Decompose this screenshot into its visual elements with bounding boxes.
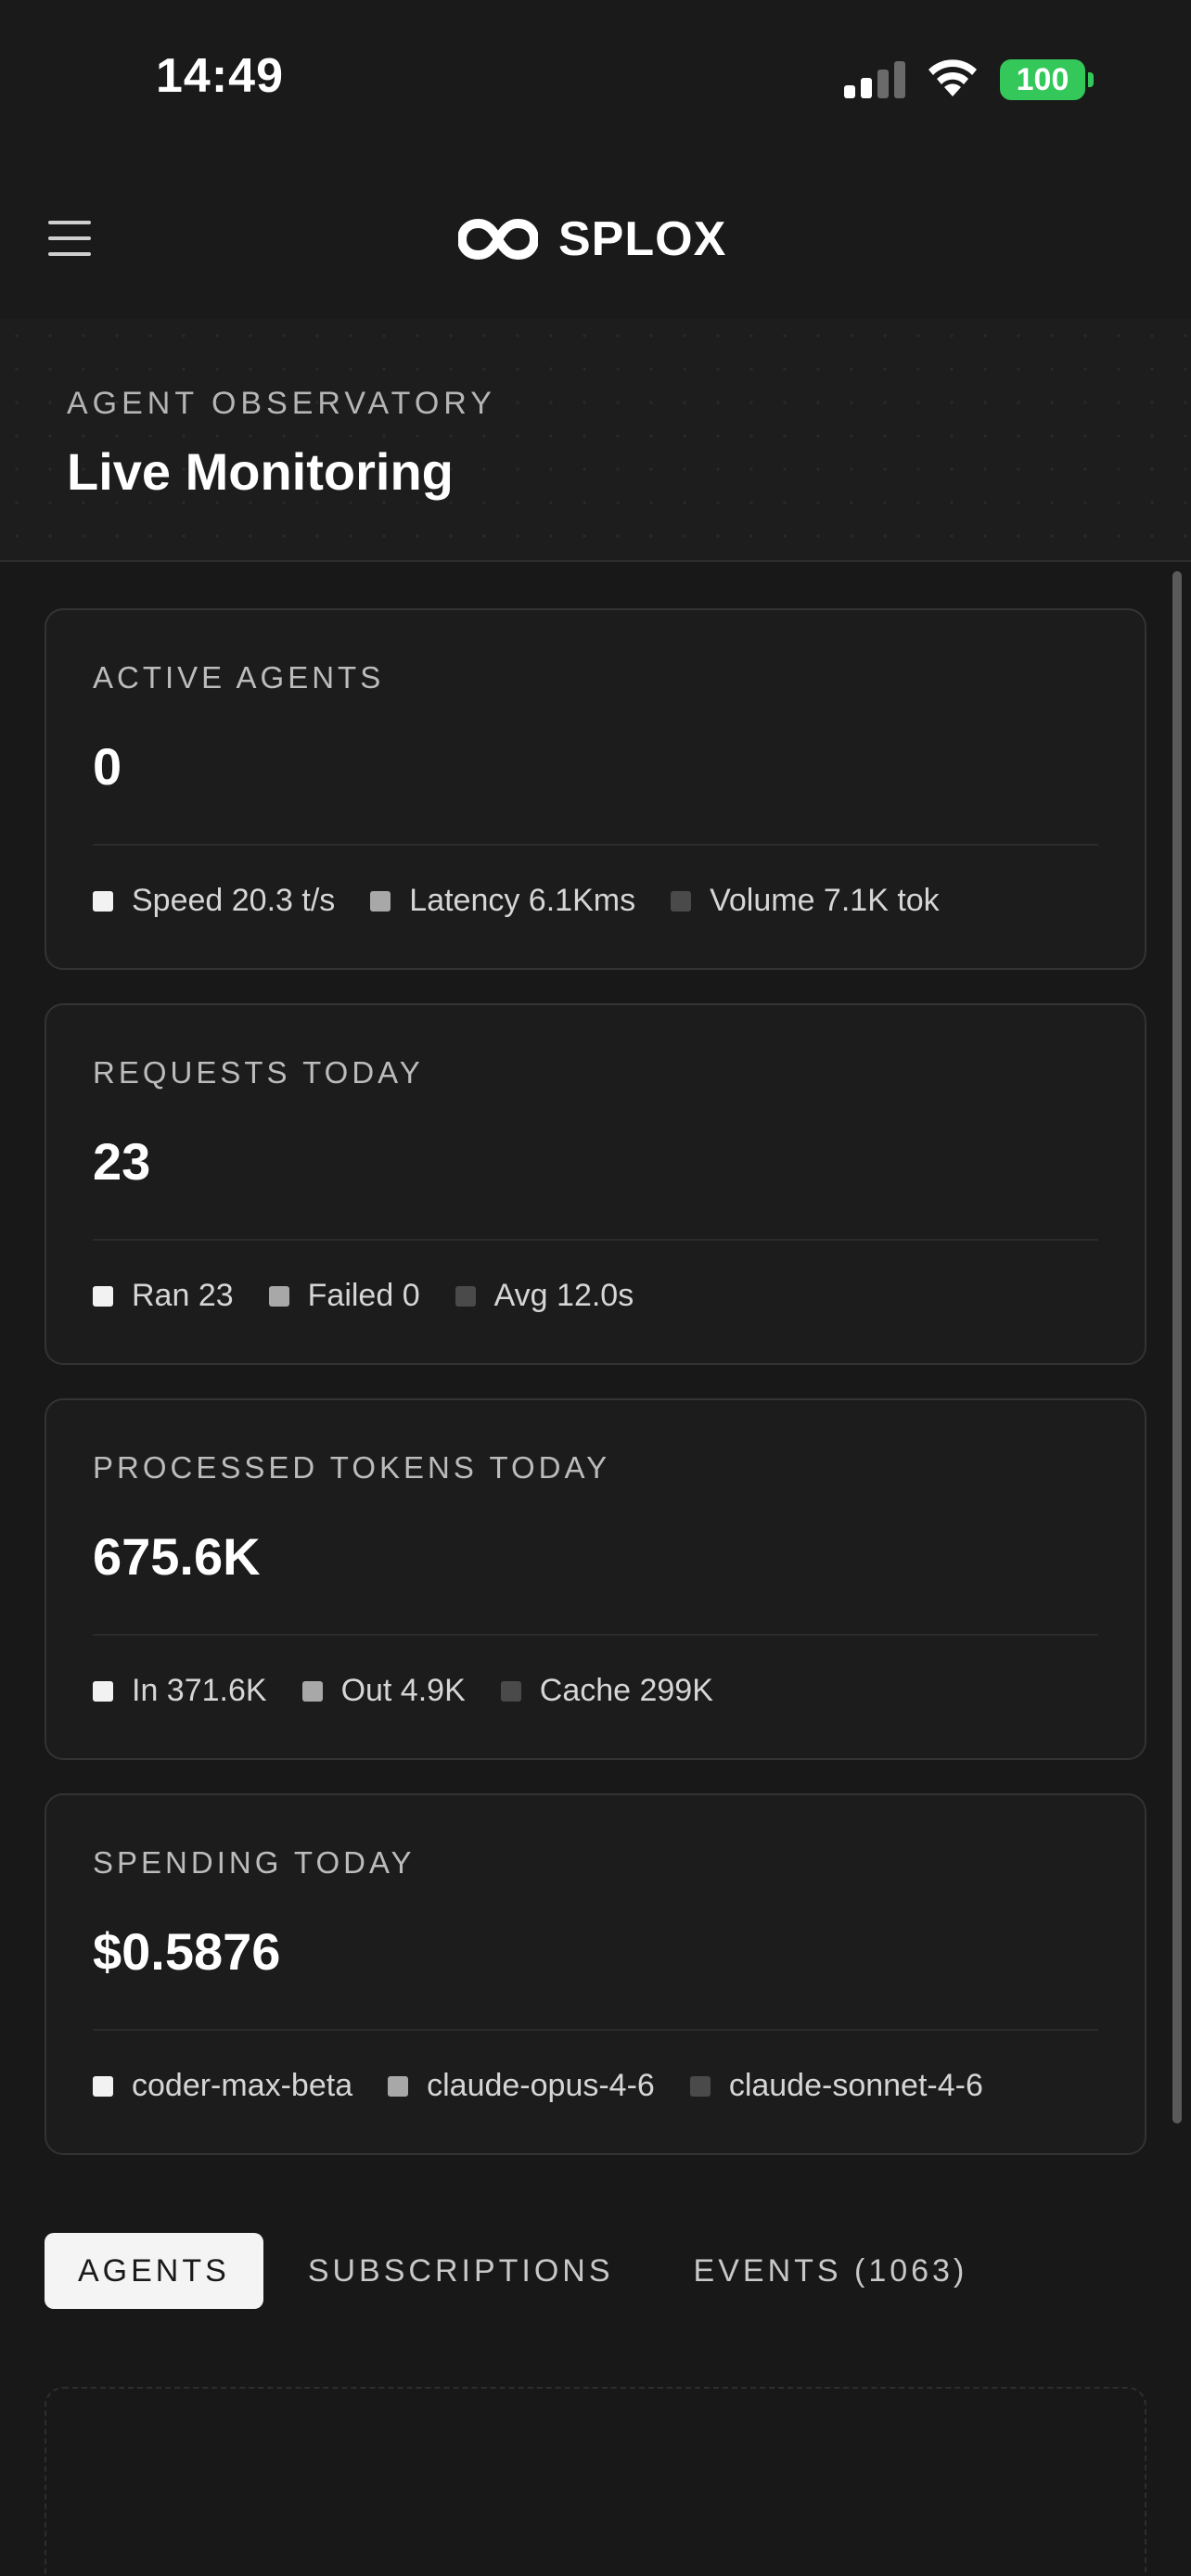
card-legend: coder-max-beta claude-opus-4-6 claude-so… [93,2068,983,2104]
legend-swatch [93,2075,113,2097]
legend-label: Out 4.9K [340,1673,466,1708]
legend-label: Speed 20.3 t/s [132,883,336,918]
legend-label: In 371.6K [132,1673,267,1708]
legend-swatch [455,1285,476,1307]
legend-swatch [370,890,391,912]
card-label: ACTIVE AGENTS [93,660,385,695]
card-legend: Speed 20.3 t/s Latency 6.1Kms Volume 7.1… [93,883,940,919]
legend-swatch [388,2075,409,2097]
card-legend: Ran 23 Failed 0 Avg 12.0s [93,1278,634,1314]
tab-agents[interactable]: AGENTS [45,2233,263,2309]
legend-label: Cache 299K [539,1673,713,1708]
legend-swatch [93,1680,113,1702]
battery-indicator: 100 [1000,59,1085,100]
legend-swatch [689,2075,711,2097]
hamburger-menu-icon[interactable] [48,221,93,256]
app-header: SPLOX [0,158,1191,319]
cellular-signal-icon [844,61,905,98]
legend-item: Cache 299K [500,1673,713,1709]
active-agents-card: ACTIVE AGENTS 0 Speed 20.3 t/s Latency 6… [45,608,1146,970]
legend-label: Latency 6.1Kms [409,883,636,918]
divider [93,1239,1098,1241]
status-time: 14:49 [156,49,284,103]
card-label: REQUESTS TODAY [93,1055,424,1090]
legend-item: claude-opus-4-6 [388,2068,655,2104]
legend-swatch [93,890,113,912]
card-value: 0 [93,737,122,796]
legend-item: Avg 12.0s [455,1278,634,1314]
processed-tokens-card: PROCESSED TOKENS TODAY 675.6K In 371.6K … [45,1398,1146,1760]
legend-item: Speed 20.3 t/s [93,883,335,919]
scrollbar[interactable] [1172,571,1182,2123]
spending-today-card: SPENDING TODAY $0.5876 coder-max-beta cl… [45,1793,1146,2155]
splox-logo-icon [458,218,538,261]
legend-item: Out 4.9K [301,1673,466,1709]
legend-label: Failed 0 [307,1278,420,1313]
divider [93,844,1098,846]
tab-events[interactable]: EVENTS (1063) [660,2233,1002,2309]
legend-item: claude-sonnet-4-6 [689,2068,983,2104]
legend-item: coder-max-beta [93,2068,352,2104]
legend-swatch [301,1680,323,1702]
card-label: SPENDING TODAY [93,1845,416,1880]
card-value: 23 [93,1132,151,1191]
legend-label: claude-sonnet-4-6 [728,2068,983,2103]
app-screen: 14:49 100 SPLOX AGENT OBSERVATORY Live M… [0,0,1191,2576]
status-bar: 14:49 100 [0,0,1191,158]
page-title: Live Monitoring [67,442,454,501]
brand[interactable]: SPLOX [458,211,726,267]
legend-item: In 371.6K [93,1673,267,1709]
legend-label: claude-opus-4-6 [427,2068,655,2103]
legend-swatch [93,1285,113,1307]
divider [93,2029,1098,2031]
legend-item: Latency 6.1Kms [370,883,635,919]
divider [93,1634,1098,1636]
legend-label: Ran 23 [132,1278,234,1313]
battery-nub [1088,72,1094,87]
tab-subscriptions[interactable]: SUBSCRIPTIONS [263,2233,660,2309]
legend-item: Ran 23 [93,1278,234,1314]
card-value: 675.6K [93,1527,261,1586]
legend-swatch [500,1680,521,1702]
legend-item: Failed 0 [268,1278,420,1314]
requests-today-card: REQUESTS TODAY 23 Ran 23 Failed 0 Avg 12… [45,1003,1146,1365]
card-label: PROCESSED TOKENS TODAY [93,1450,611,1485]
card-legend: In 371.6K Out 4.9K Cache 299K [93,1673,713,1709]
legend-label: Avg 12.0s [493,1278,634,1313]
legend-swatch [268,1285,289,1307]
section-eyebrow: AGENT OBSERVATORY [67,386,496,421]
wifi-icon [928,59,977,96]
tab-content-panel [45,2387,1146,2576]
legend-label: Volume 7.1K tok [710,883,940,918]
legend-swatch [671,890,692,912]
brand-name: SPLOX [558,212,727,266]
legend-item: Volume 7.1K tok [671,883,940,919]
tab-bar: AGENTS SUBSCRIPTIONS EVENTS (1063) [45,2233,1001,2309]
legend-label: coder-max-beta [132,2068,353,2103]
observatory-banner: AGENT OBSERVATORY Live Monitoring [0,319,1191,562]
card-value: $0.5876 [93,1922,281,1981]
